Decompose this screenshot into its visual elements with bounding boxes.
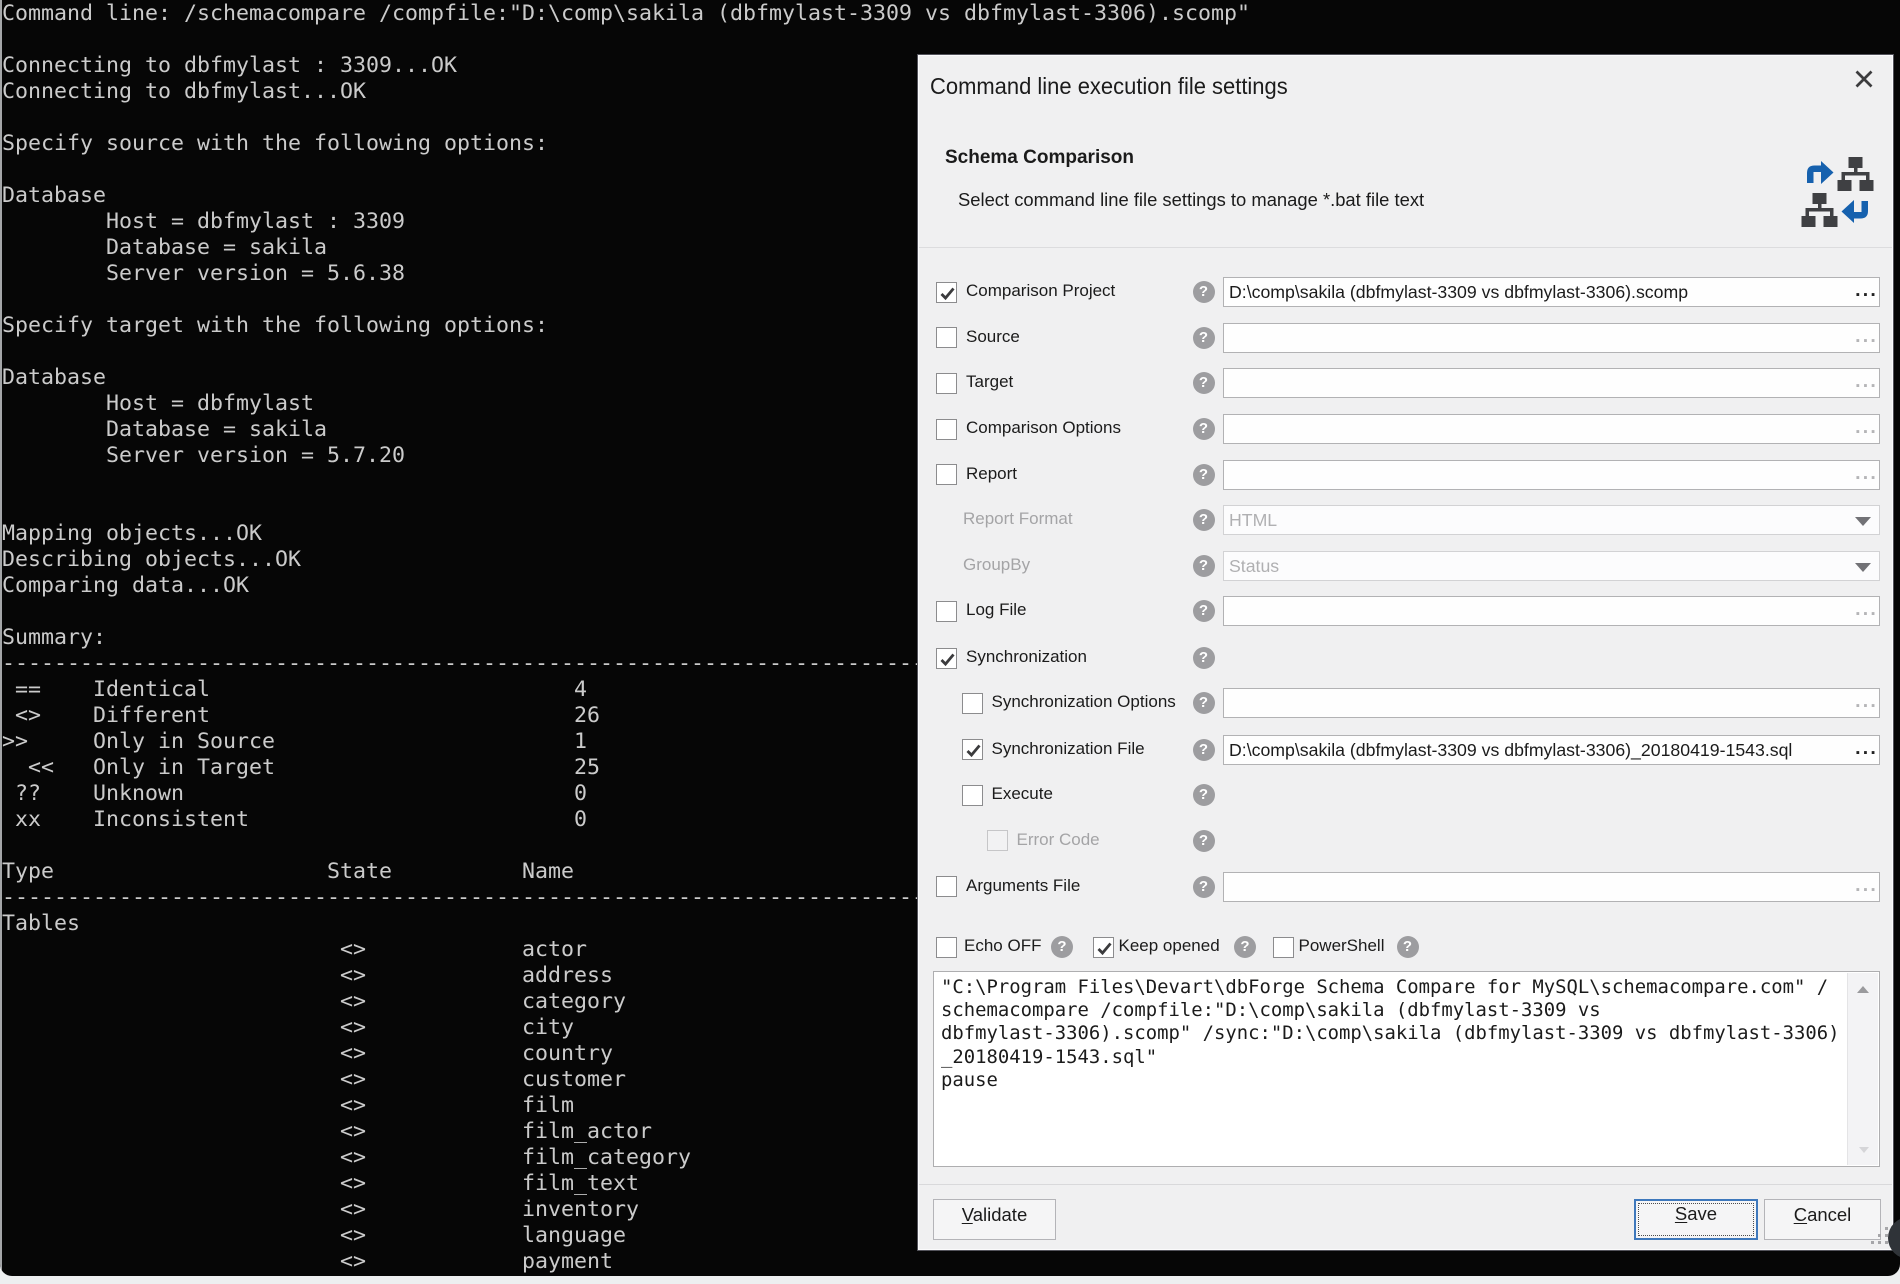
label-arguments-file[interactable]: Arguments File — [966, 876, 1080, 896]
grip-dot — [1885, 1241, 1888, 1244]
checkbox-synchronization-options[interactable] — [962, 693, 983, 714]
label-comparison-project[interactable]: Comparison Project — [966, 281, 1115, 301]
help-icon-comparison-project[interactable]: ? — [1193, 281, 1215, 303]
label-target[interactable]: Target — [966, 372, 1013, 392]
bat-file-text: "C:\Program Files\Devart\dbForge Schema … — [941, 976, 1839, 1092]
check-icon — [938, 284, 957, 303]
label-keep-opened[interactable]: Keep opened — [1119, 936, 1220, 956]
validate-button[interactable]: Validate — [933, 1199, 1056, 1240]
input-report[interactable]: ... — [1223, 460, 1880, 490]
input-comparison-options[interactable]: ... — [1223, 414, 1880, 444]
browse-button-synchronization-file[interactable]: ... — [1855, 736, 1878, 760]
checkbox-synchronization-file[interactable] — [962, 739, 983, 760]
label-synchronization[interactable]: Synchronization — [966, 647, 1087, 667]
schema-compare-icon — [1799, 154, 1874, 228]
input-target[interactable]: ... — [1223, 368, 1880, 398]
dialog-title: Command line execution file settings — [930, 73, 1288, 100]
check-icon — [1095, 939, 1114, 958]
save-button[interactable]: Save — [1634, 1199, 1758, 1240]
cancel-button[interactable]: Cancel — [1764, 1199, 1881, 1240]
checkbox-report[interactable] — [936, 464, 957, 485]
label-comparison-options[interactable]: Comparison Options — [966, 418, 1121, 438]
browse-button-report[interactable]: ... — [1855, 461, 1878, 485]
grip-dot — [1871, 1241, 1874, 1244]
help-icon-target[interactable]: ? — [1193, 372, 1215, 394]
help-icon-error-code[interactable]: ? — [1193, 830, 1215, 852]
help-icon-synchronization[interactable]: ? — [1193, 647, 1215, 669]
checkbox-powershell[interactable] — [1273, 937, 1294, 958]
browse-button-comparison-options[interactable]: ... — [1855, 415, 1878, 439]
scroll-down-icon[interactable] — [1859, 1147, 1869, 1153]
check-icon — [964, 741, 983, 760]
browse-button-log-file[interactable]: ... — [1855, 597, 1878, 621]
help-icon-log-file[interactable]: ? — [1193, 600, 1215, 622]
input-arguments-file[interactable]: ... — [1223, 872, 1880, 902]
help-icon-report[interactable]: ? — [1193, 464, 1215, 486]
input-log-file[interactable]: ... — [1223, 596, 1880, 626]
label-synchronization-file[interactable]: Synchronization File — [992, 739, 1145, 759]
select-report-format[interactable]: HTML — [1223, 505, 1880, 535]
browse-button-source[interactable]: ... — [1855, 324, 1878, 348]
bat-file-text-area[interactable]: "C:\Program Files\Devart\dbForge Schema … — [933, 971, 1880, 1167]
label-error-code: Error Code — [1017, 830, 1100, 850]
help-icon-powershell[interactable]: ? — [1397, 936, 1419, 958]
help-icon-comparison-options[interactable]: ? — [1193, 418, 1215, 440]
dropdown-arrow-icon[interactable] — [1855, 517, 1871, 526]
label-powershell[interactable]: PowerShell — [1299, 936, 1385, 956]
grip-dot — [1885, 1227, 1888, 1230]
help-icon-synchronization-options[interactable]: ? — [1193, 692, 1215, 714]
input-synchronization-options[interactable]: ... — [1223, 688, 1880, 718]
grip-dot — [1878, 1241, 1881, 1244]
dialog-section-heading: Schema Comparison — [945, 147, 1134, 169]
input-source[interactable]: ... — [1223, 323, 1880, 353]
help-icon-report-format[interactable]: ? — [1193, 509, 1215, 531]
help-icon-arguments-file[interactable]: ? — [1193, 876, 1215, 898]
label-source[interactable]: Source — [966, 327, 1020, 347]
check-icon — [938, 650, 957, 669]
dialog-subtitle: Select command line file settings to man… — [958, 189, 1424, 211]
browse-button-comparison-project[interactable]: ... — [1855, 278, 1878, 302]
dialog-command-line-settings: Command line execution file settings Sch… — [917, 54, 1894, 1251]
checkbox-execute[interactable] — [962, 785, 983, 806]
browse-button-arguments-file[interactable]: ... — [1855, 873, 1878, 897]
scrollbar[interactable] — [1847, 973, 1878, 1165]
label-report-format: Report Format — [963, 509, 1073, 529]
scroll-up-icon[interactable] — [1857, 986, 1869, 993]
label-echo-off[interactable]: Echo OFF — [964, 936, 1041, 956]
help-icon-echo-off[interactable]: ? — [1051, 936, 1073, 958]
help-icon-keep-opened[interactable]: ? — [1234, 936, 1256, 958]
browse-button-target[interactable]: ... — [1855, 369, 1878, 393]
input-comparison-project[interactable]: D:\comp\sakila (dbfmylast-3309 vs dbfmyl… — [1223, 277, 1880, 307]
input-synchronization-file[interactable]: D:\comp\sakila (dbfmylast-3309 vs dbfmyl… — [1223, 735, 1880, 765]
page-bottom-strip — [0, 1276, 1900, 1284]
checkbox-keep-opened[interactable] — [1093, 937, 1114, 958]
help-icon-source[interactable]: ? — [1193, 327, 1215, 349]
console-left-edge — [0, 0, 2, 1276]
select-groupby[interactable]: Status — [1223, 551, 1880, 581]
browse-button-synchronization-options[interactable]: ... — [1855, 689, 1878, 713]
help-icon-groupby[interactable]: ? — [1193, 555, 1215, 577]
dropdown-arrow-icon[interactable] — [1855, 563, 1871, 572]
label-groupby: GroupBy — [963, 555, 1030, 575]
checkbox-log-file[interactable] — [936, 601, 957, 622]
label-report[interactable]: Report — [966, 464, 1017, 484]
checkbox-source[interactable] — [936, 327, 957, 348]
close-icon[interactable] — [1851, 66, 1877, 92]
checkbox-target[interactable] — [936, 373, 957, 394]
checkbox-echo-off[interactable] — [936, 937, 957, 958]
label-log-file[interactable]: Log File — [966, 600, 1026, 620]
checkbox-synchronization[interactable] — [936, 648, 957, 669]
label-synchronization-options[interactable]: Synchronization Options — [992, 692, 1176, 712]
footer-separator — [919, 1184, 1892, 1185]
checkbox-error-code[interactable] — [987, 830, 1008, 851]
checkbox-comparison-options[interactable] — [936, 419, 957, 440]
checkbox-comparison-project[interactable] — [936, 282, 957, 303]
help-icon-execute[interactable]: ? — [1193, 784, 1215, 806]
grip-dot — [1878, 1234, 1881, 1237]
header-separator — [919, 247, 1892, 248]
label-execute[interactable]: Execute — [992, 784, 1053, 804]
help-icon-synchronization-file[interactable]: ? — [1193, 739, 1215, 761]
checkbox-arguments-file[interactable] — [936, 876, 957, 897]
